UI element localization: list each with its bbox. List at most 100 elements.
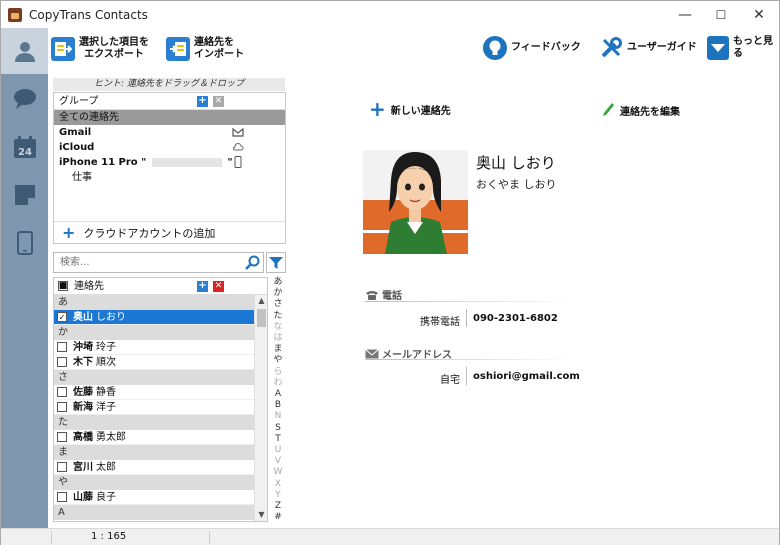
import-icon (166, 37, 190, 61)
add-group-icon[interactable]: + (197, 96, 208, 107)
section-header: あ (54, 295, 254, 310)
phone-number[interactable]: 090-2301-6802 (473, 313, 558, 324)
alphabet-index-letter[interactable]: わ (271, 378, 285, 389)
maximize-button[interactable]: ☐ (703, 1, 739, 28)
contact-name: 奥山 しおり (476, 154, 556, 172)
alphabet-index-letter[interactable]: # (271, 512, 285, 523)
navigation-rail: 24 (1, 28, 48, 529)
rail-messages-button[interactable] (1, 76, 48, 122)
drag-drop-hint: ヒント: 連絡先をドラッグ＆ドロップ (53, 78, 285, 91)
contact-row[interactable]: 佐藤 静香 (54, 385, 254, 400)
alphabet-index-letter[interactable]: N (271, 411, 285, 422)
alphabet-index-letter[interactable]: V (271, 456, 285, 467)
contact-first-name: 順次 (96, 356, 116, 368)
alphabet-index-letter[interactable]: ま (271, 344, 285, 355)
contacts-scrollbar[interactable]: ▲ ▼ (254, 295, 267, 521)
contact-checkbox[interactable] (57, 462, 67, 472)
contact-checkbox[interactable]: ✓ (57, 312, 67, 322)
contact-row[interactable]: 新海 洋子 (54, 400, 254, 415)
alphabet-index-letter[interactable]: か (271, 288, 285, 299)
contacts-header: ■ 連絡先 + ✕ (54, 278, 267, 295)
contact-checkbox[interactable] (57, 387, 67, 397)
contact-checkbox[interactable] (57, 342, 67, 352)
contact-row[interactable]: 宮川 太郎 (54, 460, 254, 475)
user-guide-button[interactable]: ユーザーガイド (599, 36, 697, 60)
search-icon[interactable] (244, 255, 260, 271)
divider (365, 359, 575, 360)
contact-row[interactable]: 木下 順次 (54, 355, 254, 370)
edit-contact-button[interactable]: 連絡先を編集 (601, 102, 680, 118)
group-all-contacts[interactable]: 全ての連絡先 (54, 110, 285, 125)
filter-button[interactable] (266, 252, 286, 273)
alphabet-index-letter[interactable]: Y (271, 490, 285, 501)
alphabet-index-letter[interactable]: X (271, 479, 285, 490)
section-header: か (54, 325, 254, 340)
add-contact-icon[interactable]: + (197, 281, 208, 292)
group-iphone[interactable]: iPhone 11 Pro " " (54, 155, 285, 170)
section-header: た (54, 415, 254, 430)
cloud-icon (233, 142, 244, 151)
contact-checkbox[interactable] (57, 432, 67, 442)
contact-last-name: 高橋 (73, 431, 93, 443)
alphabet-index-letter[interactable]: Z (271, 501, 285, 512)
scroll-up-arrow[interactable]: ▲ (255, 295, 267, 307)
alphabet-index-letter[interactable]: な (271, 322, 285, 333)
group-icloud[interactable]: iCloud (54, 140, 285, 155)
delete-group-icon[interactable]: ✕ (213, 96, 224, 107)
chat-bubble-icon (13, 89, 36, 109)
alphabet-index-letter[interactable]: T (271, 434, 285, 445)
alphabet-index-letter[interactable]: S (271, 423, 285, 434)
new-contact-button[interactable]: + 新しい連絡先 (369, 99, 451, 119)
window-title: CopyTrans Contacts (29, 7, 148, 22)
contact-row[interactable]: 沖埼 玲子 (54, 340, 254, 355)
alphabet-index-letter[interactable]: W (271, 467, 285, 478)
close-button[interactable]: ✕ (741, 1, 777, 28)
select-all-checkbox[interactable]: ■ (58, 281, 68, 291)
rail-calendar-button[interactable]: 24 (1, 124, 48, 170)
alphabet-index-letter[interactable]: た (271, 311, 285, 322)
rail-notes-button[interactable] (1, 172, 48, 218)
group-work[interactable]: 仕事 (54, 170, 285, 185)
feedback-button[interactable]: フィードバック (483, 36, 581, 60)
contact-first-name: 洋子 (96, 401, 116, 413)
phone-section-label: 電話 (382, 291, 402, 302)
minimize-button[interactable]: — (667, 1, 703, 28)
pencil-icon (603, 103, 614, 116)
alphabet-index-letter[interactable]: B (271, 400, 285, 411)
alphabet-index-letter[interactable]: は (271, 333, 285, 344)
rail-contacts-button[interactable] (1, 28, 48, 74)
export-button[interactable]: 選択した項目を エクスポート (51, 37, 149, 61)
rail-device-button[interactable] (1, 220, 48, 266)
import-label-1: 連絡先を (194, 37, 234, 48)
import-button[interactable]: 連絡先を インポート (166, 37, 244, 61)
search-input[interactable] (54, 253, 234, 272)
contact-checkbox[interactable] (57, 492, 67, 502)
more-button[interactable]: もっと見る (707, 36, 779, 60)
add-cloud-account-button[interactable]: + クラウドアカウントの追加 (54, 221, 285, 243)
tools-icon (599, 36, 623, 60)
contact-row[interactable]: 山藤 良子 (54, 490, 254, 505)
email-address[interactable]: oshiori@gmail.com (473, 371, 580, 382)
group-label: iPhone 11 Pro " (59, 157, 147, 168)
import-label-2: インポート (194, 49, 244, 60)
scroll-thumb[interactable] (257, 309, 266, 327)
delete-contact-icon[interactable]: ✕ (213, 281, 224, 292)
lightbulb-icon (483, 36, 507, 60)
group-label: iCloud (59, 142, 95, 153)
group-gmail[interactable]: Gmail (54, 125, 285, 140)
contact-row[interactable]: ✓ 奥山 しおり (54, 310, 254, 325)
contact-checkbox[interactable] (57, 402, 67, 412)
alphabet-index-letter[interactable]: A (271, 389, 285, 400)
alphabet-index-letter[interactable]: や (271, 355, 285, 366)
user-guide-label: ユーザーガイド (627, 42, 697, 53)
alphabet-index-letter[interactable]: あ (271, 277, 285, 288)
contact-row[interactable]: 高橋 勇太郎 (54, 430, 254, 445)
group-label: 全ての連絡先 (59, 112, 119, 123)
alphabet-index-letter[interactable]: U (271, 445, 285, 456)
status-bar: 1 : 165 (1, 528, 779, 545)
scroll-down-arrow[interactable]: ▼ (255, 509, 267, 521)
alphabet-index-letter[interactable]: ら (271, 367, 285, 378)
contact-checkbox[interactable] (57, 357, 67, 367)
alphabet-index-letter[interactable]: さ (271, 299, 285, 310)
contact-count: 1 : 165 (91, 531, 127, 542)
